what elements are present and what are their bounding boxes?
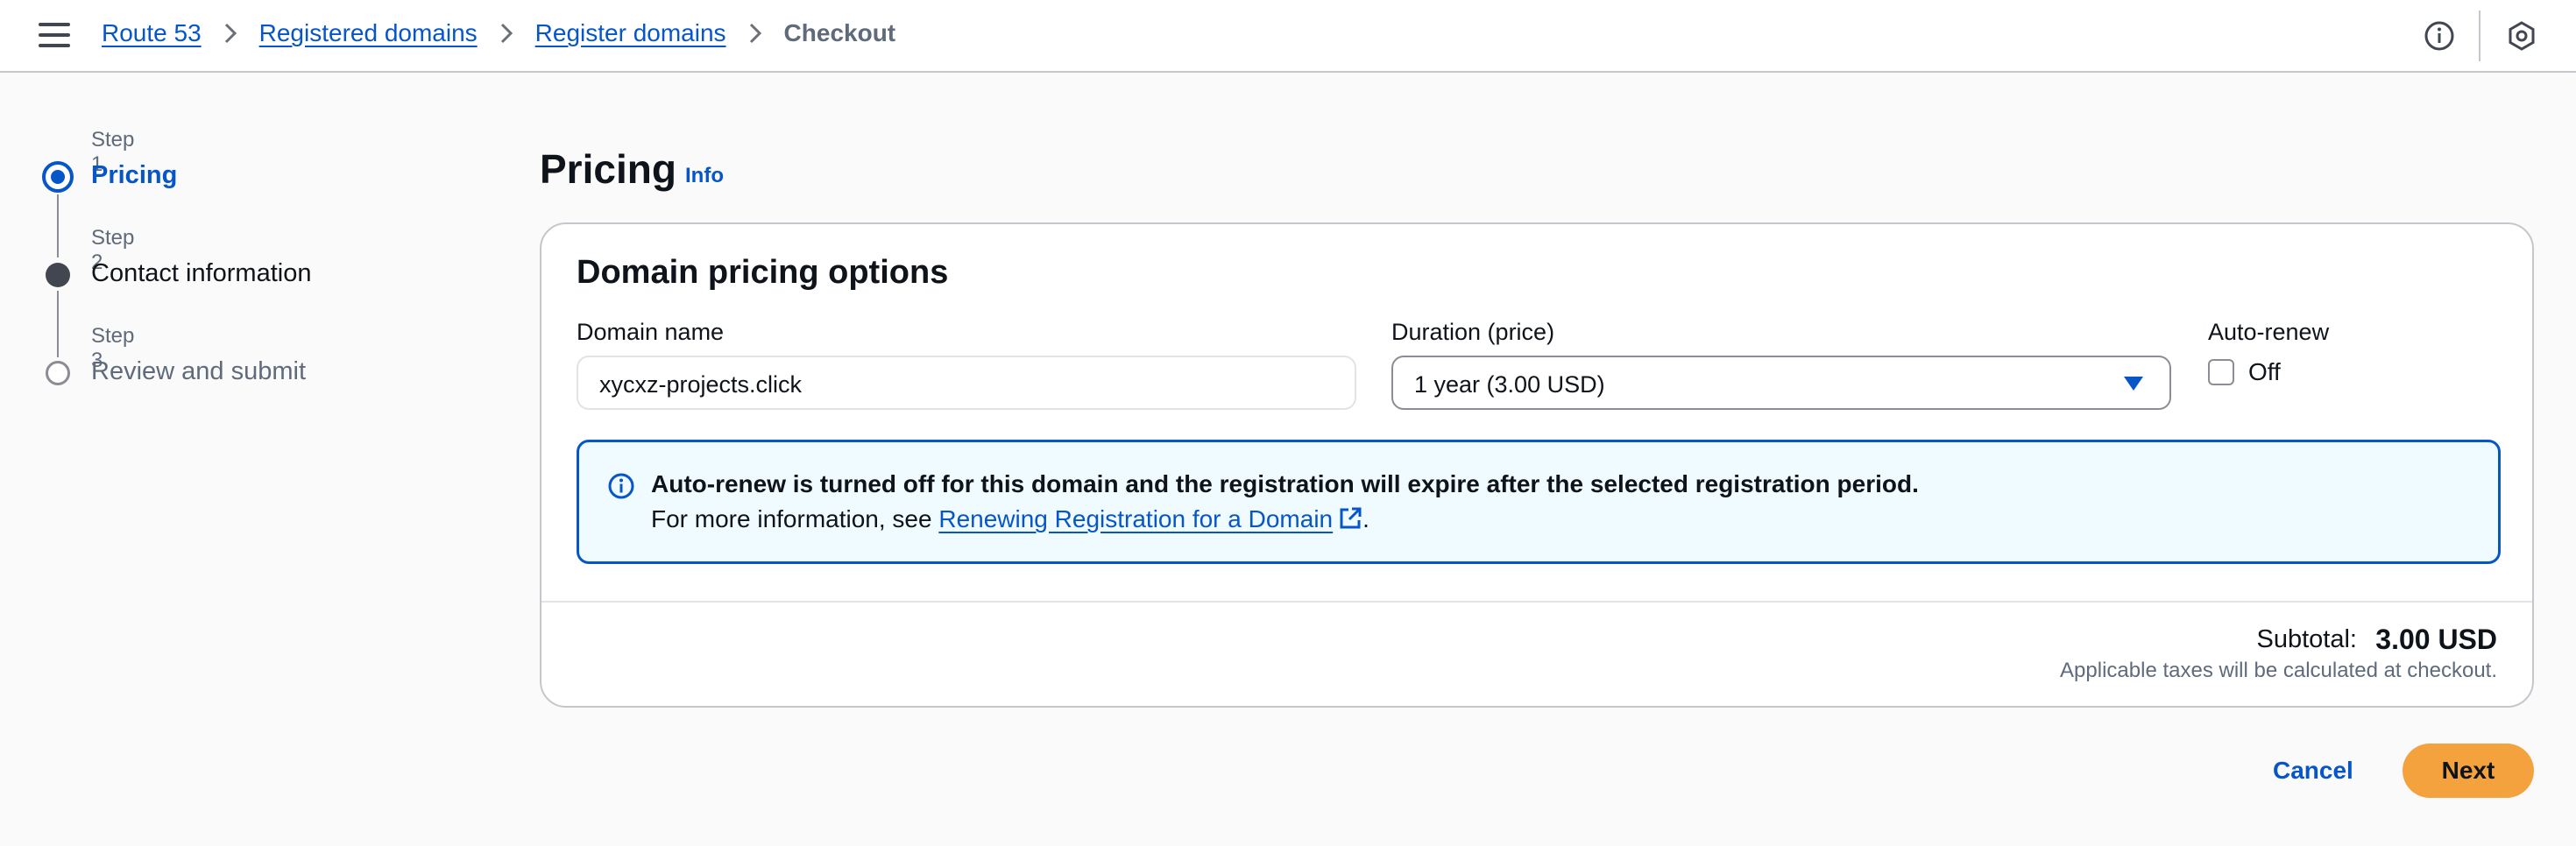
- card-header: Domain pricing options: [577, 254, 949, 291]
- external-link-icon[interactable]: [1338, 506, 1362, 537]
- chevron-right-icon: [224, 23, 237, 44]
- alert-body: For more information, see Renewing Regis…: [651, 505, 1369, 537]
- auto-renew-label: Auto-renew: [2208, 319, 2330, 345]
- info-icon: [607, 472, 635, 500]
- renewing-registration-link[interactable]: Renewing Registration for a Domain: [938, 505, 1362, 532]
- cancel-button[interactable]: Cancel: [2273, 757, 2353, 785]
- divider: [541, 601, 2532, 603]
- divider: [2479, 11, 2480, 61]
- page-title: Pricing: [540, 146, 676, 192]
- breadcrumb-route53[interactable]: Route 53: [102, 19, 202, 47]
- duration-select[interactable]: 1 year (3.00 USD): [1391, 356, 2171, 410]
- settings-hex-icon[interactable]: [2506, 20, 2537, 52]
- domain-pricing-card: Domain pricing options Domain name xycxz…: [540, 222, 2534, 708]
- auto-renew-info-alert: Auto-renew is turned off for this domain…: [577, 440, 2501, 564]
- step-title: Review and submit: [91, 357, 306, 385]
- info-icon[interactable]: [2424, 20, 2455, 52]
- alert-body-text: For more information, see: [651, 505, 939, 532]
- step-active-indicator: [42, 161, 74, 193]
- breadcrumb: Route 53 Registered domains Register dom…: [102, 19, 895, 47]
- step-title[interactable]: Contact information: [91, 259, 311, 288]
- alert-title: Auto-renew is turned off for this domain…: [651, 470, 1919, 497]
- subtotal-label: Subtotal:: [2256, 625, 2357, 653]
- step-connector: [57, 194, 59, 257]
- caret-down-icon: [2124, 377, 2143, 391]
- info-link[interactable]: Info: [685, 164, 724, 188]
- subtotal-value: 3.00 USD: [2375, 624, 2497, 655]
- domain-name-label: Domain name: [577, 319, 725, 345]
- link-text[interactable]: Renewing Registration for a Domain: [938, 505, 1333, 532]
- breadcrumb-current: Checkout: [783, 19, 896, 46]
- auto-renew-state: Off: [2248, 358, 2281, 385]
- alert-body-suffix: .: [1362, 505, 1369, 532]
- domain-name-input[interactable]: xycxz-projects.click: [577, 356, 1356, 410]
- chevron-right-icon: [500, 23, 513, 44]
- next-button[interactable]: Next: [2403, 744, 2534, 798]
- breadcrumb-register-domains[interactable]: Register domains: [535, 19, 726, 47]
- duration-label: Duration (price): [1391, 319, 1555, 345]
- step-title[interactable]: Pricing: [91, 161, 177, 190]
- auto-renew-checkbox[interactable]: [2208, 359, 2234, 385]
- tax-note: Applicable taxes will be calculated at c…: [2060, 659, 2497, 682]
- step-connector: [57, 291, 59, 357]
- chevron-right-icon: [749, 23, 761, 44]
- step-pending-indicator: [46, 361, 70, 385]
- breadcrumb-registered-domains[interactable]: Registered domains: [259, 19, 478, 47]
- top-navigation-bar: Route 53 Registered domains Register dom…: [0, 0, 2576, 73]
- menu-icon[interactable]: [39, 23, 70, 49]
- duration-selected-value: 1 year (3.00 USD): [1414, 371, 1605, 398]
- step-completed-indicator: [46, 263, 70, 287]
